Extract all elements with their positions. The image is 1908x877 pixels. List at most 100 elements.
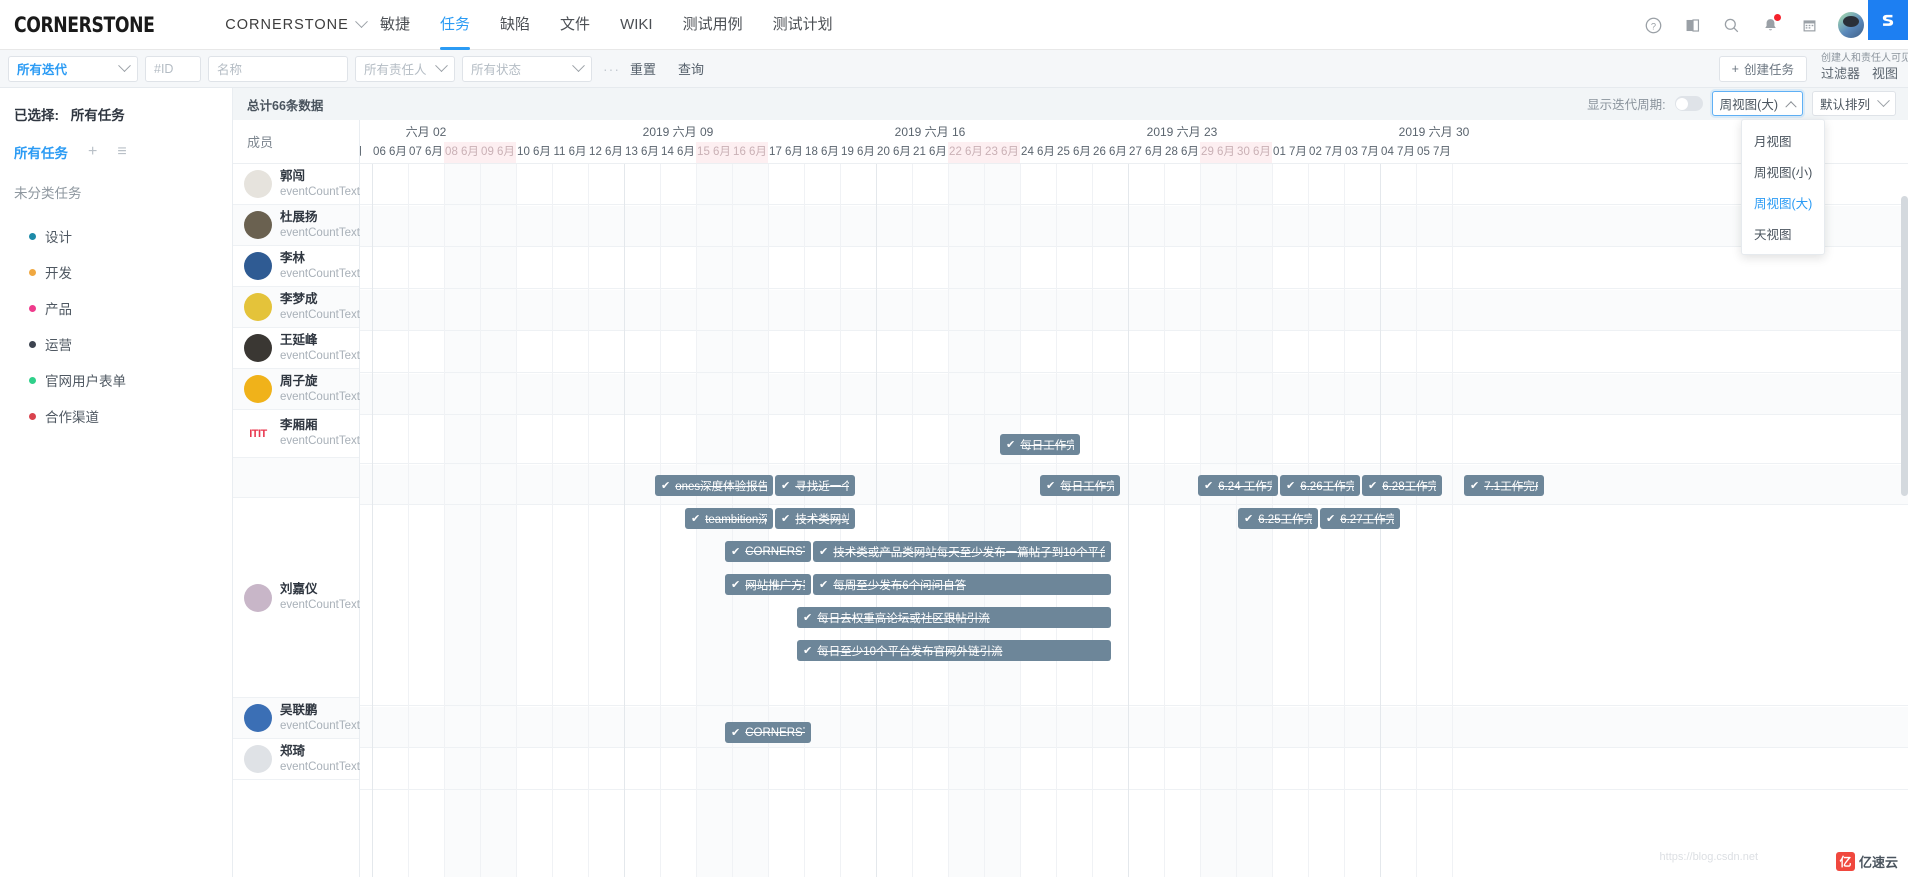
member-row[interactable]: 李林 eventCountText xyxy=(233,246,360,287)
view-option-0[interactable]: 月视图 xyxy=(1742,125,1824,156)
view-option-1[interactable]: 周视图(小) xyxy=(1742,156,1824,187)
add-group-icon[interactable]: + xyxy=(88,144,97,160)
week-label: 六月 02 xyxy=(405,125,447,139)
gantt-task-bar[interactable]: ✔ 6.27工作完成 xyxy=(1320,508,1400,529)
day-header-cell: 21 6月 xyxy=(913,146,947,158)
day-header-cell: 30 6月 xyxy=(1236,142,1272,163)
sidebar-category-4[interactable]: 官网用户表单 xyxy=(14,362,232,398)
sidebar-item-all-tasks[interactable]: 所有任务 xyxy=(14,142,68,162)
more-filters-icon[interactable]: ··· xyxy=(603,61,620,77)
page-body: 已选择: 所有任务 所有任务 + ≡ 未分类任务 设计 开发 产品 运营 官网用户表单合… xyxy=(0,88,1908,877)
gantt-task-label: 6.26工作完成 xyxy=(1300,480,1354,493)
member-row[interactable]: 刘嘉仪 eventCountText xyxy=(233,498,360,698)
gantt-task-bar[interactable]: ✔ 每日工作完成 xyxy=(1040,475,1120,496)
project-switcher[interactable]: CORNERSTONE xyxy=(225,15,368,33)
check-icon: ✔ xyxy=(661,480,671,492)
help-icon[interactable]: ? xyxy=(1643,15,1663,35)
grid-line xyxy=(1236,164,1237,877)
gantt-task-bar[interactable]: ✔ 寻找近一个月 xyxy=(775,475,855,496)
day-header-cell: 18 6月 xyxy=(805,146,839,158)
member-row[interactable]: 郑琦 eventCountText xyxy=(233,739,360,780)
gantt-task-bar[interactable]: ✔ 7.1工作完成 xyxy=(1464,475,1544,496)
gantt-task-bar[interactable]: ✔ 技术类网站架 xyxy=(775,508,855,529)
gantt-task-bar[interactable]: ✔ CORNERSTO xyxy=(725,722,811,743)
view-mode-select[interactable]: 周视图(大) xyxy=(1711,91,1803,116)
gantt-task-bar[interactable]: ✔ CORNERSTO xyxy=(725,541,811,562)
sort-mode-select[interactable]: 默认排列 xyxy=(1811,91,1896,116)
gantt-task-bar[interactable]: ✔ 每日工作完成 xyxy=(1000,434,1080,455)
gantt-task-bar[interactable]: ✔ 6.26工作完成 xyxy=(1280,475,1360,496)
member-name: 李林 xyxy=(280,250,306,265)
sidebar-category-5[interactable]: 合作渠道 xyxy=(14,398,232,434)
gantt-task-bar[interactable]: ✔ 6.25工作完成 xyxy=(1238,508,1318,529)
gantt-task-label: 寻找近一个月 xyxy=(795,480,849,493)
member-row[interactable]: 王延峰 eventCountText xyxy=(233,328,360,369)
gantt-task-label: ones深度体验报告 xyxy=(675,480,767,493)
member-rows: 郭闯 eventCountText 杜展扬 eventCountText 李林 event… xyxy=(233,164,360,780)
list-menu-icon[interactable]: ≡ xyxy=(117,144,126,160)
nav-tab-0[interactable]: 敏捷 xyxy=(380,0,410,50)
day-header-cell: 26 6月 xyxy=(1093,146,1127,158)
vertical-scrollbar[interactable] xyxy=(1901,196,1908,875)
app-logo: CORNERSTONE xyxy=(14,12,155,37)
member-row[interactable] xyxy=(233,458,359,498)
book-icon[interactable] xyxy=(1682,15,1702,35)
view-mode-dropdown[interactable]: 月视图 周视图(小) 周视图(大) 天视图 xyxy=(1741,119,1825,255)
nav-tab-5[interactable]: 测试用例 xyxy=(683,0,743,50)
nav-tab-1[interactable]: 任务 xyxy=(440,0,471,50)
scrollbar-thumb[interactable] xyxy=(1901,196,1908,496)
nav-tab-6[interactable]: 测试计划 xyxy=(773,0,833,50)
nav-tab-4[interactable]: WIKI xyxy=(620,0,653,50)
grid-line xyxy=(912,164,913,877)
member-row[interactable]: 吴联鹏 eventCountText xyxy=(233,698,360,739)
gantt-task-bar[interactable]: ✔ 6.28工作完成 xyxy=(1362,475,1442,496)
iteration-select[interactable]: 所有迭代 xyxy=(8,55,138,82)
member-row[interactable]: 李梦成 eventCountText xyxy=(233,287,360,328)
visibility-hint: 创建人和责任人可见 xyxy=(1820,52,1908,64)
gantt-task-bar[interactable]: ✔ 每日去权重高论坛或社区跟帖引流 xyxy=(797,607,1111,628)
view-option-2[interactable]: 周视图(大) xyxy=(1742,187,1824,218)
check-icon: ✔ xyxy=(819,579,829,591)
sidebar-category-0[interactable]: 设计 xyxy=(14,218,232,254)
day-header-cell: 22 6月 xyxy=(948,142,984,163)
reset-button[interactable]: 重置 xyxy=(630,59,656,78)
avatar xyxy=(244,211,272,239)
chevron-down-icon xyxy=(572,59,585,73)
calendar-icon[interactable] xyxy=(1799,15,1819,35)
member-row[interactable]: 郭闯 eventCountText xyxy=(233,164,360,205)
sidebar-category-2[interactable]: 产品 xyxy=(14,290,232,326)
member-row[interactable]: 周子旋 eventCountText xyxy=(233,369,360,410)
category-color-dot-icon xyxy=(29,340,36,348)
app-corner-badge[interactable] xyxy=(1868,0,1908,40)
name-input[interactable]: 名称 xyxy=(208,55,348,82)
view-manager-button[interactable]: 视图 xyxy=(1872,63,1898,82)
create-task-button[interactable]: + 创建任务 xyxy=(1718,55,1807,82)
sidebar-category-1[interactable]: 开发 xyxy=(14,254,232,290)
gantt-task-bar[interactable]: ✔ 6.24 工作完成 xyxy=(1198,475,1278,496)
member-row[interactable]: ITIT 李厢厢 eventCountText xyxy=(233,410,360,458)
nav-tab-3[interactable]: 文件 xyxy=(560,0,590,50)
status-select[interactable]: 所有状态 xyxy=(462,55,592,82)
query-button[interactable]: 查询 xyxy=(678,59,704,78)
gantt-task-bar[interactable]: ✔ 网站推广方案 xyxy=(725,574,811,595)
view-option-3[interactable]: 天视图 xyxy=(1742,218,1824,249)
gantt-task-bar[interactable]: ✔ 每周至少发布6个问问自答 xyxy=(813,574,1111,595)
nav-tab-2[interactable]: 缺陷 xyxy=(500,0,530,50)
gantt-task-bar[interactable]: ✔ ones深度体验报告 xyxy=(655,475,773,496)
member-row[interactable]: 杜展扬 eventCountText xyxy=(233,205,360,246)
member-event-count: eventCountText xyxy=(280,435,360,448)
owner-select[interactable]: 所有责任人 xyxy=(355,55,455,82)
gantt-task-bar[interactable]: ✔ 技术类或产品类网站每天至少发布一篇帖子到10个平台 xyxy=(813,541,1111,562)
gantt-task-bar[interactable]: ✔ teambition深 xyxy=(685,508,773,529)
search-icon[interactable] xyxy=(1721,15,1741,35)
show-iteration-toggle[interactable] xyxy=(1674,96,1703,111)
user-avatar[interactable] xyxy=(1838,12,1864,38)
gantt-task-bar[interactable]: ✔ 每日至少10个平台发布官网外链引流 xyxy=(797,640,1111,661)
sidebar: 已选择: 所有任务 所有任务 + ≡ 未分类任务 设计 开发 产品 运营 官网用户表单合… xyxy=(0,88,233,877)
id-input[interactable]: #ID xyxy=(145,55,201,82)
bell-icon[interactable] xyxy=(1760,14,1781,35)
filter-manager-button[interactable]: 过滤器 xyxy=(1821,63,1860,82)
gantt-task-label: 技术类网站架 xyxy=(795,513,849,526)
member-name: 李梦成 xyxy=(280,291,318,306)
sidebar-category-3[interactable]: 运营 xyxy=(14,326,232,362)
